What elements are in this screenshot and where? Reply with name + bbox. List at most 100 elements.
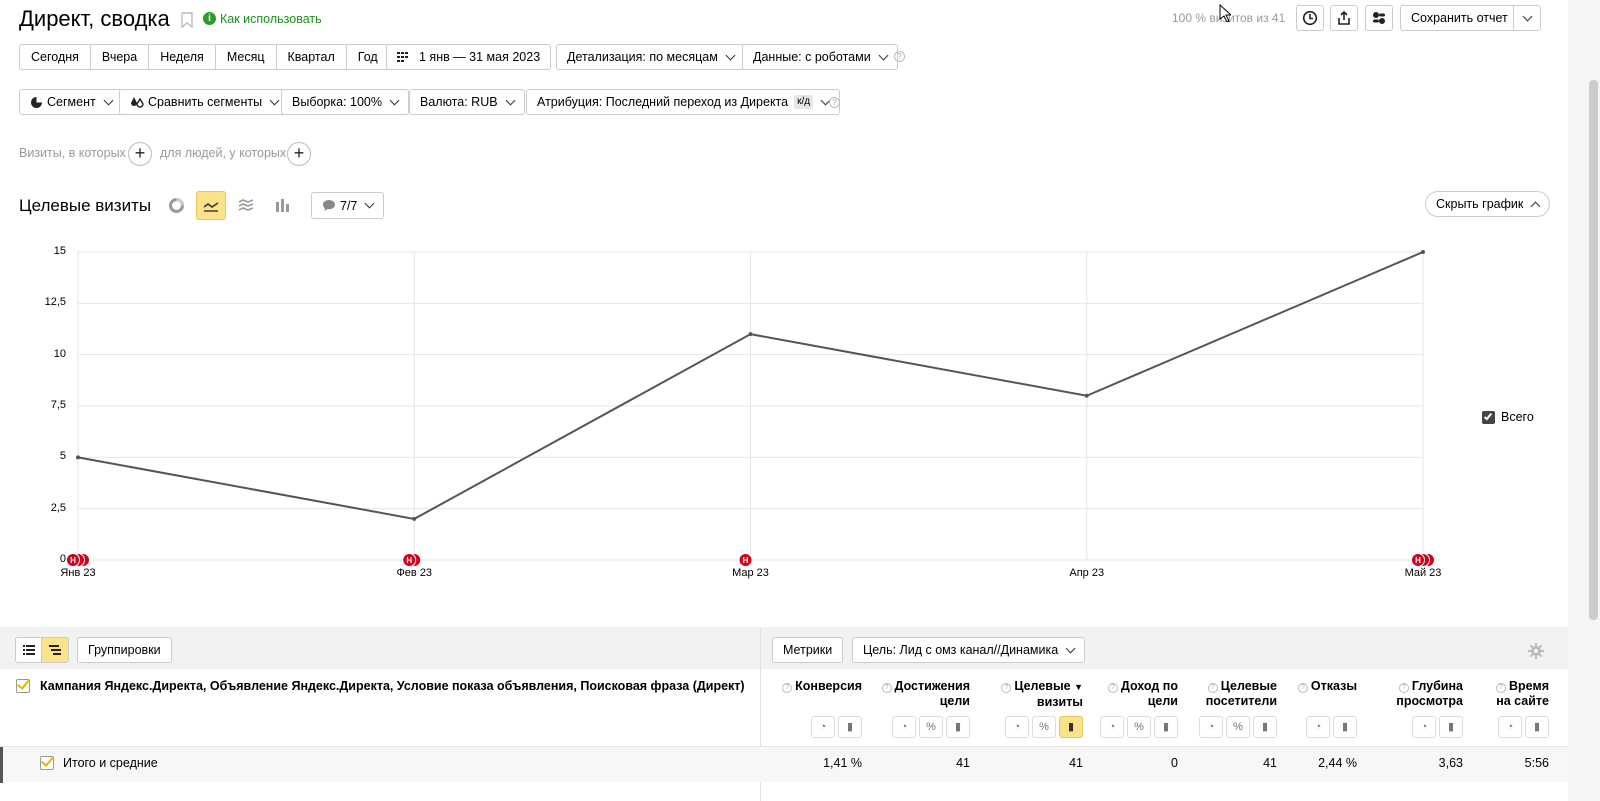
period-quarter[interactable]: Квартал bbox=[277, 45, 347, 69]
pie-view-icon[interactable]: ◔ bbox=[1005, 716, 1029, 738]
data-mode-select[interactable]: Данные: с роботами bbox=[742, 44, 898, 70]
help-icon[interactable]: ? bbox=[1297, 683, 1308, 693]
attribution-select[interactable]: Атрибуция: Последний переход из Директа … bbox=[526, 89, 841, 115]
pie-view-icon[interactable]: ◔ bbox=[1498, 716, 1522, 738]
pie-view-icon[interactable]: ◔ bbox=[811, 716, 835, 738]
export-button[interactable] bbox=[1330, 5, 1358, 31]
chart-type-pie[interactable] bbox=[162, 191, 190, 219]
currency-select[interactable]: Валюта: RUB bbox=[409, 89, 525, 115]
dimensions-header[interactable]: Кампания Яндекс.Директа, Объявление Янде… bbox=[40, 679, 745, 693]
metrics-button[interactable]: Метрики bbox=[772, 637, 844, 663]
data-point bbox=[748, 332, 753, 337]
pie-view-icon[interactable]: ◔ bbox=[1199, 716, 1223, 738]
chart-type-line[interactable] bbox=[196, 191, 226, 220]
totals-cell: 41 bbox=[1263, 756, 1277, 770]
percent-view-icon[interactable]: % bbox=[919, 716, 943, 738]
detail-select[interactable]: Детализация: по месяцам bbox=[556, 44, 745, 70]
help-icon[interactable]: ? bbox=[1001, 683, 1012, 693]
add-visit-condition-button[interactable]: + bbox=[128, 142, 152, 166]
column-header[interactable]: ? Целевые ▼ визиты bbox=[973, 679, 1083, 710]
save-report-button[interactable]: Сохранить отчет bbox=[1400, 5, 1541, 31]
help-icon[interactable]: ? bbox=[1496, 683, 1506, 693]
segment-button[interactable]: Сегмент bbox=[19, 89, 123, 115]
pie-view-icon[interactable]: ◔ bbox=[1100, 716, 1124, 738]
dimensions-checkbox[interactable] bbox=[16, 679, 30, 693]
column-header[interactable]: ? Доход по цели bbox=[1068, 679, 1178, 709]
column-header[interactable]: ? Достижения цели bbox=[860, 679, 970, 709]
view-toggle bbox=[15, 637, 69, 663]
annotation-marker-letter: Н bbox=[1415, 556, 1421, 565]
help-icon[interactable]: ? bbox=[1207, 683, 1218, 693]
column-header[interactable]: ? Время на сайте bbox=[1439, 679, 1549, 709]
totals-checkbox[interactable] bbox=[40, 756, 54, 770]
percent-view-icon[interactable]: % bbox=[1226, 716, 1250, 738]
area-chart-icon bbox=[238, 199, 254, 211]
bar-view-icon[interactable]: ▮ bbox=[1154, 716, 1178, 738]
help-icon[interactable]: ? bbox=[782, 683, 793, 693]
scrollbar-thumb[interactable] bbox=[1589, 80, 1598, 620]
goal-select[interactable]: Цель: Лид с омз канал//Динамика bbox=[852, 637, 1086, 663]
settings-button[interactable] bbox=[1365, 5, 1393, 31]
bar-view-icon[interactable]: ▮ bbox=[946, 716, 970, 738]
totals-label: Итого и средние bbox=[63, 756, 158, 770]
help-icon[interactable]: ? bbox=[829, 97, 840, 108]
y-tick-label: 15 bbox=[53, 245, 66, 257]
totals-cell: 2,44 % bbox=[1318, 756, 1357, 770]
hide-chart-button[interactable]: Скрыть график bbox=[1425, 191, 1551, 217]
pie-view-icon[interactable]: ◔ bbox=[892, 716, 916, 738]
percent-view-icon[interactable]: % bbox=[1127, 716, 1151, 738]
help-icon[interactable]: ? bbox=[1398, 683, 1409, 693]
period-month[interactable]: Месяц bbox=[216, 45, 277, 69]
column-header-line2: цели bbox=[939, 694, 970, 708]
groupings-button[interactable]: Группировки bbox=[77, 637, 172, 663]
history-button[interactable] bbox=[1296, 5, 1324, 31]
share-icon bbox=[1338, 10, 1350, 25]
bar-view-icon[interactable]: ▮ bbox=[1525, 716, 1549, 738]
help-icon[interactable]: ? bbox=[881, 683, 892, 693]
line-chart-icon bbox=[203, 201, 219, 212]
chevron-down-icon bbox=[103, 95, 114, 105]
column-header[interactable]: ? Отказы bbox=[1247, 679, 1357, 694]
help-icon[interactable]: ? bbox=[894, 51, 905, 62]
hide-chart-label: Скрыть график bbox=[1436, 197, 1524, 211]
compare-segments-button[interactable]: Сравнить сегменты bbox=[119, 89, 290, 115]
totals-cell: 3,63 bbox=[1438, 756, 1463, 770]
chart-type-bar[interactable] bbox=[268, 191, 296, 219]
period-today[interactable]: Сегодня bbox=[20, 45, 91, 69]
how-to-use-link[interactable]: Как использовать bbox=[220, 12, 322, 26]
list-icon bbox=[22, 645, 35, 655]
save-report-dropdown[interactable] bbox=[1513, 6, 1540, 30]
pie-view-icon[interactable]: ◔ bbox=[1306, 716, 1330, 738]
period-year[interactable]: Год bbox=[347, 45, 389, 69]
data-point bbox=[1421, 250, 1425, 254]
period-week[interactable]: Неделя bbox=[149, 45, 216, 69]
chart-title: Целевые визиты bbox=[19, 196, 152, 215]
pie-view-icon[interactable]: ◔ bbox=[1412, 716, 1436, 738]
sample-select[interactable]: Выборка: 100% bbox=[281, 89, 409, 115]
period-yesterday[interactable]: Вчера bbox=[91, 45, 150, 69]
bar-view-icon[interactable]: ▮ bbox=[1253, 716, 1277, 738]
chart-type-area[interactable] bbox=[232, 191, 260, 219]
help-icon[interactable]: ? bbox=[1107, 683, 1118, 693]
chevron-up-icon bbox=[1530, 201, 1541, 211]
bar-view-icon[interactable]: ▮ bbox=[838, 716, 862, 738]
tree-view-button[interactable] bbox=[42, 638, 68, 662]
annotation-marker: Н bbox=[738, 553, 753, 567]
totals-cell: 1,41 % bbox=[823, 756, 862, 770]
bookmark-icon[interactable] bbox=[181, 12, 193, 31]
date-range-button[interactable]: 1 янв — 31 мая 2023 bbox=[386, 44, 552, 70]
column-header[interactable]: ? Конверсия bbox=[752, 679, 862, 694]
percent-view-icon[interactable]: % bbox=[1032, 716, 1056, 738]
annotations-button[interactable]: 7/7 bbox=[311, 192, 385, 219]
column-header-line1: Время bbox=[1509, 679, 1549, 693]
scrollbar[interactable] bbox=[1568, 0, 1600, 801]
table-settings-icon[interactable] bbox=[1528, 643, 1544, 662]
bar-view-icon[interactable]: ▮ bbox=[1333, 716, 1357, 738]
bar-view-icon[interactable]: ▮ bbox=[1439, 716, 1463, 738]
legend-total[interactable]: Всего bbox=[1482, 410, 1534, 424]
people-condition-label: для людей, у которых bbox=[160, 146, 287, 160]
add-people-condition-button[interactable]: + bbox=[287, 142, 311, 166]
list-view-button[interactable] bbox=[16, 638, 42, 662]
legend-checkbox[interactable] bbox=[1482, 410, 1495, 424]
bar-view-icon[interactable]: ▮ bbox=[1059, 716, 1083, 738]
